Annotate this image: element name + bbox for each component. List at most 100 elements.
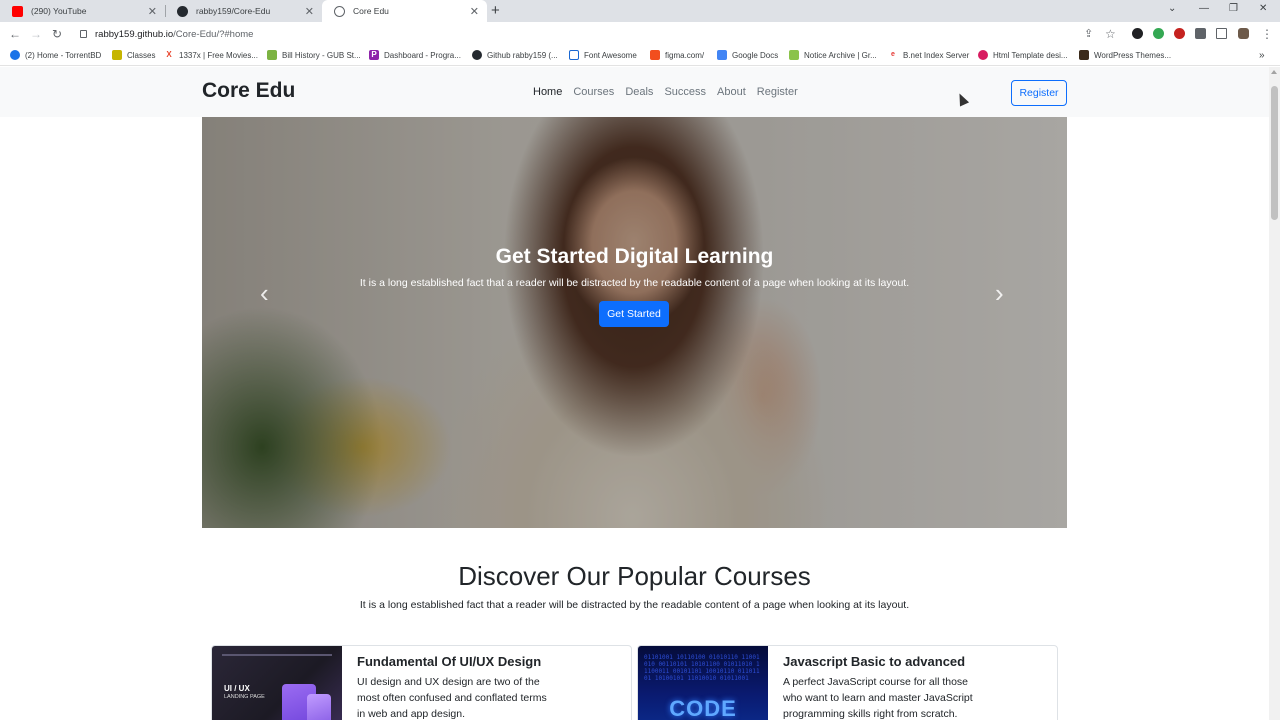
gub-icon [267, 50, 277, 60]
minimize-button[interactable]: — [1199, 3, 1209, 14]
scroll-thumb[interactable] [1271, 86, 1278, 220]
close-icon[interactable]: ✕ [148, 5, 157, 18]
close-icon[interactable]: ✕ [305, 5, 314, 18]
programming-hero-icon: P [369, 50, 379, 60]
bookmark-item[interactable]: Html Template desi... [978, 50, 1068, 60]
bookmark-label: Github rabby159 (... [487, 50, 558, 60]
section-subtitle: It is a long established fact that a rea… [359, 599, 910, 611]
tab-github[interactable]: rabby159/Core-Edu ✕ [165, 0, 322, 22]
image-sublabel: LANDING PAGE [224, 694, 265, 700]
course-title[interactable]: Fundamental Of UI/UX Design [357, 654, 541, 669]
bookmark-item[interactable]: Notice Archive | Gr... [789, 50, 877, 60]
course-card-javascript[interactable]: 01101001 10110100 01010110 11001010 0011… [637, 645, 1058, 720]
extension-icon[interactable] [1195, 28, 1206, 39]
extension-icon[interactable] [1174, 28, 1185, 39]
bookmark-label: figma.com/ [665, 50, 705, 60]
bookmark-label: Bill History - GUB St... [282, 50, 361, 60]
more-bookmarks-icon[interactable]: » [1259, 50, 1265, 61]
new-tab-button[interactable]: + [491, 2, 500, 19]
bookmark-item[interactable]: P Dashboard - Progra... [369, 50, 461, 60]
bookmark-item[interactable]: figma.com/ [650, 50, 704, 60]
notice-icon [789, 50, 799, 60]
close-window-button[interactable]: ✕ [1259, 3, 1267, 14]
mouse-cursor [954, 91, 970, 107]
forward-icon[interactable]: → [30, 27, 42, 41]
url-host: rabby159.github.io [95, 28, 174, 40]
bookmark-item[interactable]: e B.net Index Server [888, 50, 969, 60]
youtube-icon [12, 5, 23, 17]
nav-link-home[interactable]: Home [533, 86, 562, 98]
close-icon[interactable]: ✕ [470, 5, 479, 18]
binary-pattern: 01101001 10110100 01010110 11001010 0011… [644, 654, 760, 682]
nav-link-courses[interactable]: Courses [573, 86, 614, 98]
nav-link-success[interactable]: Success [664, 86, 706, 98]
phone-mockup [307, 694, 331, 720]
bookmark-label: (2) Home - TorrentBD [25, 50, 102, 60]
github-icon [177, 5, 188, 17]
tab-strip: (290) YouTube ✕ rabby159/Core-Edu ✕ Core… [0, 0, 1280, 22]
hero-carousel: ‹ › Get Started Digital Learning It is a… [202, 117, 1067, 528]
bookmark-label: Google Docs [732, 50, 779, 60]
get-started-button[interactable]: Get Started [599, 301, 669, 327]
bookmark-label: WordPress Themes... [1094, 50, 1172, 60]
sidepanel-icon[interactable] [1216, 28, 1227, 39]
bookmark-label: 1337x | Free Movies... [179, 50, 258, 60]
course-description: UI design and UX design are two of the m… [357, 676, 547, 720]
bookmarks-bar: (2) Home - TorrentBD Classes X 1337x | F… [0, 46, 1280, 66]
bookmark-label: Dashboard - Progra... [384, 50, 461, 60]
site-navbar: Core Edu Home Courses Deals Success Abou… [0, 67, 1269, 117]
bookmark-item[interactable]: Google Docs [717, 50, 778, 60]
reload-icon[interactable]: ↻ [52, 27, 62, 41]
tab-search-icon[interactable]: ⌄ [1168, 3, 1176, 14]
course-image: UI / UX LANDING PAGE [212, 646, 342, 720]
bookmark-item[interactable]: Classes [112, 50, 155, 60]
tab-title: (290) YouTube [31, 6, 87, 16]
web-page: Core Edu Home Courses Deals Success Abou… [0, 67, 1269, 720]
nav-link-register[interactable]: Register [757, 86, 798, 98]
bookmark-star-icon[interactable]: ☆ [1105, 27, 1116, 41]
restore-button[interactable]: ❐ [1229, 3, 1238, 14]
course-card-uiux[interactable]: UI / UX LANDING PAGE Fundamental Of UI/U… [211, 645, 632, 720]
share-icon[interactable]: ⇪ [1084, 27, 1093, 41]
extension-icon[interactable] [1153, 28, 1164, 39]
template-icon [978, 50, 988, 60]
site-brand[interactable]: Core Edu [202, 79, 295, 103]
wordpress-icon [1079, 50, 1089, 60]
image-label: UI / UX [224, 684, 250, 693]
bookmark-item[interactable]: Github rabby159 (... [472, 50, 558, 60]
bookmark-item[interactable]: (2) Home - TorrentBD [10, 50, 101, 60]
course-description: A perfect JavaScript course for all thos… [783, 676, 973, 720]
register-button[interactable]: Register [1011, 80, 1067, 106]
bookmark-item[interactable]: WordPress Themes... [1079, 50, 1171, 60]
bookmark-item[interactable]: Bill History - GUB St... [267, 50, 361, 60]
bookmark-item[interactable]: Font Awesome [569, 50, 637, 60]
bookmark-item[interactable]: X 1337x | Free Movies... [164, 50, 258, 60]
bookmark-label: Html Template desi... [993, 50, 1068, 60]
extension-icon[interactable] [1132, 28, 1143, 39]
bookmark-label: Font Awesome [584, 50, 637, 60]
tab-title: rabby159/Core-Edu [196, 6, 271, 16]
mockup-nav [222, 654, 332, 656]
bookmark-label: B.net Index Server [903, 50, 970, 60]
back-icon[interactable]: ← [9, 27, 21, 41]
tab-title: Core Edu [353, 6, 389, 16]
classroom-icon [112, 50, 122, 60]
scroll-up-icon[interactable] [1271, 70, 1277, 74]
profile-avatar[interactable] [1238, 28, 1249, 39]
bookmark-label: Classes [127, 50, 156, 60]
nav-link-about[interactable]: About [717, 86, 746, 98]
tab-youtube[interactable]: (290) YouTube ✕ [0, 0, 165, 22]
menu-icon[interactable]: ⋮ [1261, 27, 1273, 41]
address-bar[interactable]: rabby159.github.io /Core-Edu/?#home [72, 25, 1082, 43]
hero-text: It is a long established fact that a rea… [359, 277, 910, 289]
globe-icon [334, 5, 345, 17]
page-scrollbar[interactable] [1269, 67, 1280, 720]
nav-links: Home Courses Deals Success About Registe… [533, 86, 798, 98]
tab-core-edu[interactable]: Core Edu ✕ [322, 0, 487, 22]
nav-link-deals[interactable]: Deals [625, 86, 653, 98]
hero-title: Get Started Digital Learning [495, 245, 774, 268]
figma-icon [650, 50, 660, 60]
docs-icon [717, 50, 727, 60]
github-icon [472, 50, 482, 60]
course-title[interactable]: Javascript Basic to advanced [783, 654, 965, 669]
